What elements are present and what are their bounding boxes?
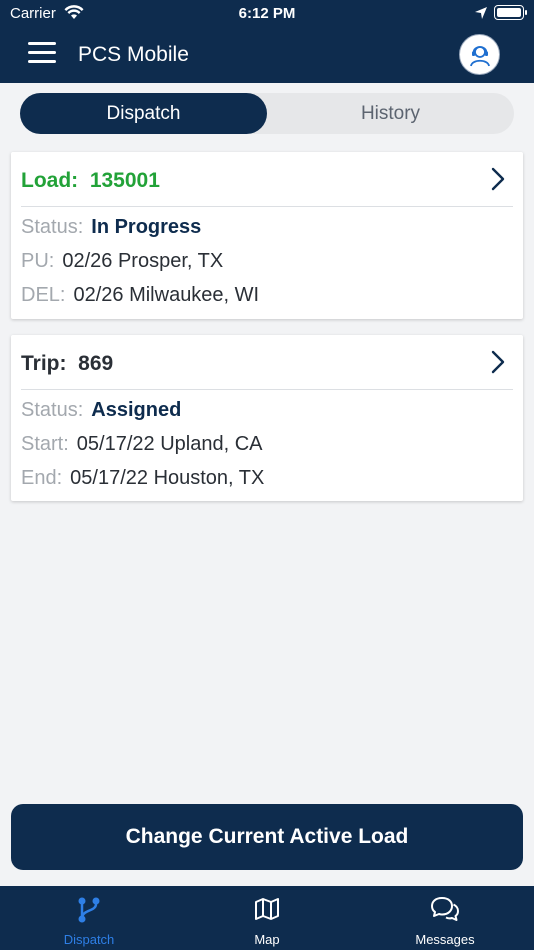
- user-support-icon: [469, 45, 490, 66]
- status-label: Status:: [21, 399, 84, 421]
- tab-label-messages: Messages: [415, 932, 475, 947]
- trip-end-row: End: 05/17/22 Houston, TX: [21, 467, 264, 490]
- start-label: Start:: [21, 433, 69, 455]
- pickup-label: PU:: [21, 250, 55, 272]
- trip-status-value: Assigned: [91, 399, 182, 421]
- menu-button[interactable]: [28, 42, 56, 66]
- load-card[interactable]: Load: 135001 Status: In Progress PU: 02/26…: [11, 152, 523, 319]
- delivery-label: DEL:: [21, 284, 66, 306]
- end-label: End:: [21, 467, 63, 489]
- location-arrow-icon: [474, 6, 488, 24]
- load-title: Load: 135001: [21, 169, 160, 193]
- trip-status-row: Status: Assigned: [21, 399, 181, 422]
- app-header: Carrier 6:12 PM PCS Mobile: [0, 0, 534, 83]
- app-title: PCS Mobile: [78, 43, 189, 66]
- bottom-tab-bar: Dispatch Map Messages: [0, 886, 534, 950]
- trip-number: 869: [78, 352, 114, 375]
- end-value: 05/17/22 Houston, TX: [70, 467, 265, 489]
- hamburger-icon: [28, 42, 56, 45]
- trip-title: Trip: 869: [21, 352, 113, 376]
- trip-title-label: Trip:: [21, 352, 67, 375]
- trip-card[interactable]: Trip: 869 Status: Assigned Start: 05/17/22…: [11, 335, 523, 501]
- dispatch-history-toggle: Dispatch History: [20, 93, 514, 134]
- trip-card-header: Trip: 869: [21, 335, 523, 390]
- tab-map[interactable]: Map: [178, 886, 356, 950]
- chevron-right-icon[interactable]: [491, 350, 505, 379]
- load-status-row: Status: In Progress: [21, 216, 201, 239]
- tab-dispatch[interactable]: Dispatch: [20, 93, 267, 134]
- delivery-row: DEL: 02/26 Milwaukee, WI: [21, 284, 259, 307]
- tab-history[interactable]: History: [267, 93, 514, 134]
- battery-icon: [494, 5, 527, 20]
- chevron-right-icon[interactable]: [491, 167, 505, 196]
- profile-button[interactable]: [459, 34, 500, 75]
- delivery-value: 02/26 Milwaukee, WI: [73, 284, 260, 306]
- change-active-load-button[interactable]: Change Current Active Load: [11, 804, 523, 870]
- load-number: 135001: [89, 169, 160, 192]
- status-label: Status:: [21, 216, 84, 238]
- load-title-label: Load:: [21, 169, 79, 192]
- load-status-value: In Progress: [91, 216, 202, 238]
- load-card-header: Load: 135001: [21, 152, 523, 207]
- trip-start-row: Start: 05/17/22 Upland, CA: [21, 433, 262, 456]
- tab-messages[interactable]: Messages: [356, 886, 534, 950]
- clock: 6:12 PM: [238, 5, 296, 22]
- chat-bubbles-icon: [356, 896, 534, 922]
- tab-label-dispatch: Dispatch: [63, 932, 115, 947]
- pickup-value: 02/26 Prosper, TX: [62, 250, 224, 272]
- divider: [21, 206, 513, 207]
- status-bar: Carrier 6:12 PM: [0, 0, 534, 28]
- tab-label-map: Map: [254, 932, 280, 947]
- map-icon: [178, 896, 356, 922]
- route-icon: [0, 896, 178, 924]
- tab-dispatch-bottom[interactable]: Dispatch: [0, 886, 178, 950]
- pickup-row: PU: 02/26 Prosper, TX: [21, 250, 223, 273]
- divider: [21, 389, 513, 390]
- start-value: 05/17/22 Upland, CA: [76, 433, 263, 455]
